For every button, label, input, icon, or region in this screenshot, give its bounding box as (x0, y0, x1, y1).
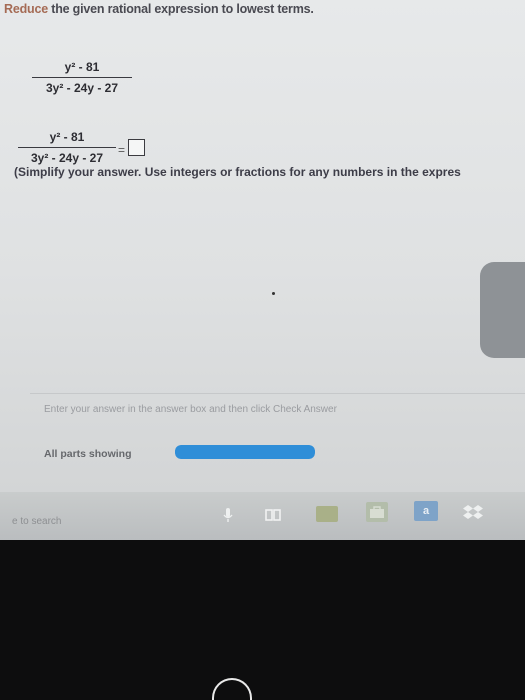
rational-expression: y² - 81 3y² - 24y - 27 (32, 60, 132, 95)
cursor-dot (272, 292, 275, 295)
taskbar-search[interactable]: e to search (12, 516, 61, 527)
instruction-text: (Simplify your answer. Use integers or f… (14, 165, 461, 179)
answer-expression: y² - 81 3y² - 24y - 27 (18, 130, 116, 165)
amazon-icon[interactable]: a (414, 501, 438, 521)
parts-showing-label: All parts showing (44, 448, 132, 460)
side-panel-handle[interactable] (480, 262, 525, 358)
equals-sign: = (118, 143, 126, 157)
file-explorer-icon[interactable] (316, 506, 338, 522)
expression-numerator: y² - 81 (64, 60, 100, 74)
store-icon[interactable] (366, 502, 388, 522)
answer-numerator: y² - 81 (49, 130, 85, 144)
footer-divider (30, 393, 525, 394)
browser-content: Reduce the given rational expression to … (0, 0, 525, 492)
windows-taskbar: e to search a (0, 492, 525, 540)
task-view-icon[interactable] (264, 506, 282, 524)
answer-input-box[interactable] (128, 139, 145, 156)
answer-denominator: 3y² - 24y - 27 (30, 151, 104, 165)
question-prompt: Reduce the given rational expression to … (4, 2, 314, 16)
microphone-icon[interactable] (222, 507, 234, 523)
expression-denominator: 3y² - 24y - 27 (45, 81, 119, 95)
fraction-bar (18, 147, 116, 148)
parts-progress-bar (175, 445, 315, 459)
progress-fill (175, 445, 315, 459)
dropbox-icon[interactable] (462, 504, 484, 522)
fraction-bar (32, 77, 132, 78)
help-message: Enter your answer in the answer box and … (44, 404, 337, 415)
monitor-bezel (0, 540, 525, 700)
